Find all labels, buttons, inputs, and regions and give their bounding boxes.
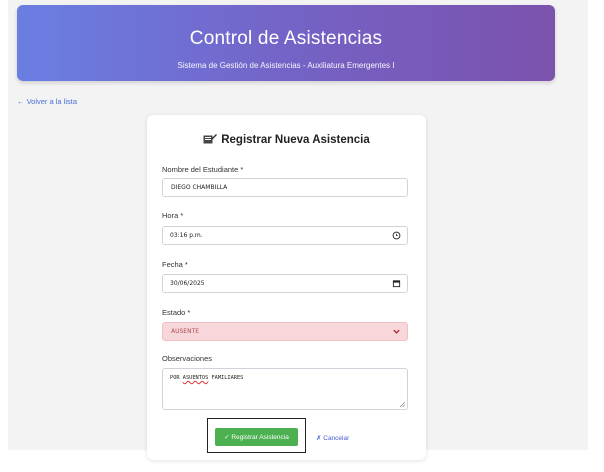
clock-icon[interactable] — [392, 231, 401, 240]
attendance-form-card: Registrar Nueva Asistencia Nombre del Es… — [147, 115, 426, 460]
time-label: Hora * — [162, 211, 184, 220]
notes-value-misspelled-word: ASUENTOS — [182, 375, 209, 381]
page-subtitle: Sistema de Gestión de Asistencias - Auxi… — [177, 61, 395, 70]
time-value: 03:16 p.m. — [170, 232, 203, 239]
page-title: Control de Asistencias — [189, 28, 383, 49]
status-value: AUSENTE — [171, 328, 200, 335]
date-label: Fecha * — [162, 260, 188, 269]
page-header: Control de Asistencias Sistema de Gestió… — [17, 5, 555, 81]
register-attendance-button[interactable]: ✓ Registrar Asistencia — [215, 428, 298, 446]
time-input[interactable]: 03:16 p.m. — [162, 226, 408, 245]
chevron-down-icon — [393, 329, 400, 334]
cancel-link[interactable]: ✗ Cancelar — [316, 434, 349, 442]
date-value: 30/06/2025 — [170, 280, 205, 287]
form-title-text: Registrar Nueva Asistencia — [221, 134, 370, 146]
form-title: Registrar Nueva Asistencia — [147, 133, 426, 146]
notes-value-suffix: FAMILIARES — [208, 375, 244, 381]
student-name-label: Nombre del Estudiante * — [162, 165, 244, 174]
status-label: Estado * — [162, 308, 191, 317]
notes-label: Observaciones — [162, 354, 213, 363]
date-input[interactable]: 30/06/2025 — [162, 274, 408, 293]
status-select[interactable]: AUSENTE — [162, 322, 408, 341]
memo-icon — [203, 134, 218, 144]
calendar-icon[interactable] — [392, 279, 401, 288]
student-name-value: DIEGO CHAMBILLA — [171, 184, 228, 191]
back-to-list-link[interactable]: ← Volver a la lista — [17, 97, 77, 106]
resize-grip-icon[interactable] — [399, 401, 405, 407]
student-name-input[interactable]: DIEGO CHAMBILLA — [162, 178, 408, 197]
notes-textarea[interactable]: POR ASUENTOS FAMILIARES — [162, 368, 408, 410]
notes-value-prefix: POR — [170, 375, 183, 381]
